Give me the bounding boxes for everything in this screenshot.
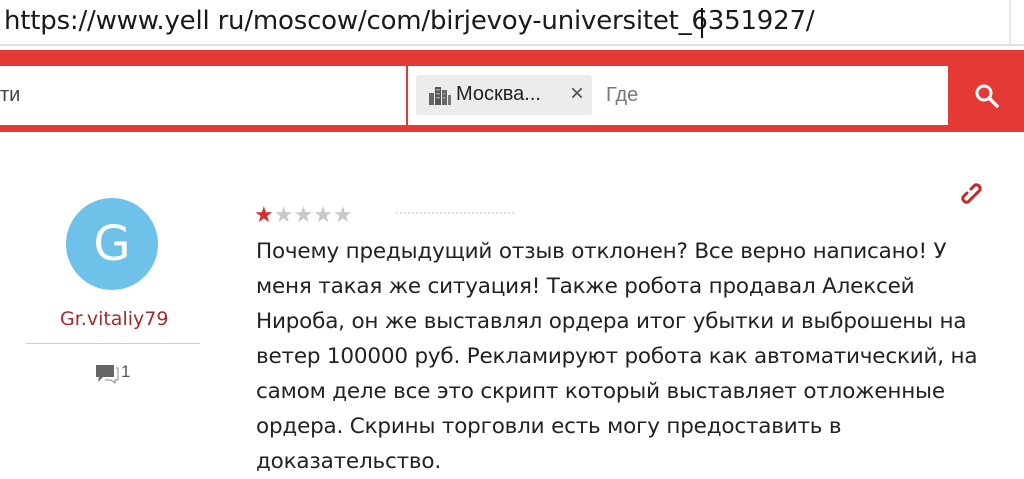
where-placeholder: Где [606, 84, 639, 106]
text-caret [701, 8, 703, 38]
location-chip[interactable]: Москва... × [416, 75, 592, 115]
star-icon: ★ [293, 202, 314, 227]
rating-stars: ★★★★★ [254, 202, 353, 228]
username-link[interactable]: Gr.vitaliy79 [60, 308, 168, 330]
search-what-input[interactable]: ти [0, 66, 406, 125]
avatar[interactable]: G [66, 198, 158, 290]
address-bar-divider [1009, 0, 1011, 44]
browser-address-bar[interactable]: https://www.yell ru/moscow/com/birjevoy-… [0, 0, 1024, 46]
close-icon[interactable]: × [570, 80, 584, 108]
star-icon: ★ [313, 202, 333, 227]
city-icon [429, 87, 451, 105]
location-chip-label: Москва... [456, 83, 541, 105]
link-icon[interactable] [960, 182, 988, 210]
search-button[interactable] [950, 66, 1024, 125]
star-icon: ★ [332, 202, 353, 227]
search-what-value: ти [0, 84, 21, 106]
review-card: G Gr.vitaliy79 1 ★★★★★ Почему предыдущий… [0, 140, 1024, 474]
url-text[interactable]: https://www.yell ru/moscow/com/birjevoy-… [4, 6, 815, 36]
review-date-faded [396, 212, 514, 220]
search-icon [975, 84, 999, 108]
comment-icon [96, 365, 119, 384]
review-text: Почему предыдущий отзыв отклонен? Все ве… [256, 239, 978, 474]
search-where-input[interactable]: Москва... × Где [408, 66, 948, 125]
search-bar-top-strip [0, 50, 1024, 66]
star-icon: ★ [254, 202, 274, 227]
comment-count: 1 [121, 362, 131, 381]
comments-count[interactable]: 1 [93, 360, 133, 384]
divider [26, 343, 200, 344]
search-bar: ти Москва... × Где [0, 50, 1024, 132]
star-icon: ★ [273, 202, 294, 227]
